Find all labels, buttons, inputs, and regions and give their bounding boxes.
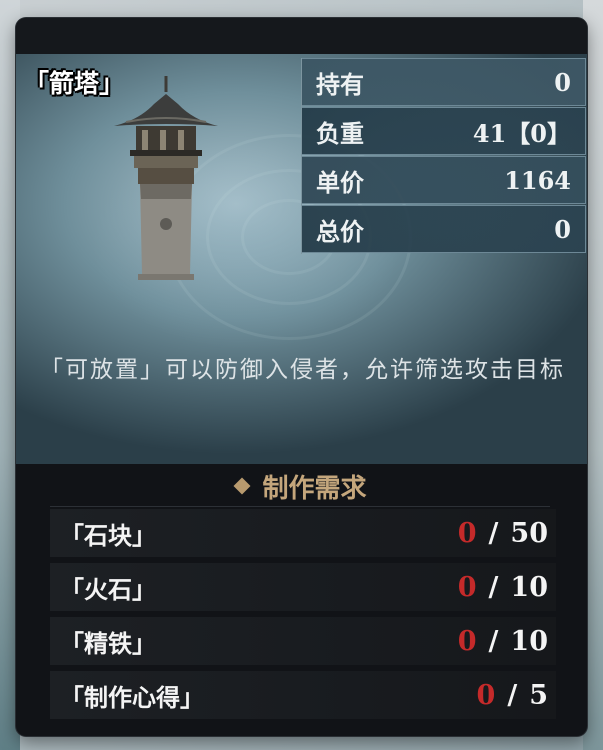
material-have: 0 [476, 679, 496, 711]
material-count: 0 / 10 [458, 572, 548, 603]
item-title: 「箭塔」 [24, 69, 125, 98]
count-separator: / [488, 517, 499, 549]
item-stats-table: 持有 0 负重 41【0】 单价 1164 总价 0 [301, 58, 586, 254]
stat-label: 持有 [316, 69, 364, 99]
material-need: 50 [510, 517, 548, 549]
panel-top-strip [16, 18, 587, 54]
stat-value: 0 [554, 67, 571, 97]
material-have: 0 [457, 625, 477, 657]
material-name: 「精铁」 [60, 628, 156, 658]
material-have: 0 [457, 571, 477, 603]
material-name: 「火石」 [60, 574, 156, 604]
count-separator: / [488, 571, 499, 603]
item-info-section: 「箭塔」 持有 0 负重 41【0】 单价 1164 总价 0 「可放置」可以防… [16, 54, 587, 464]
material-count: 0 / 10 [458, 626, 548, 657]
stat-value: 41【0】 [472, 118, 571, 148]
requirement-row: 「制作心得」 0 / 5 [50, 671, 556, 719]
divider [50, 506, 550, 507]
material-count: 0 / 5 [477, 680, 548, 711]
material-need: 5 [529, 679, 548, 711]
stat-label: 总价 [316, 216, 364, 246]
requirement-row: 「石块」 0 / 50 [50, 509, 556, 557]
stat-row-weight: 负重 41【0】 [302, 107, 586, 155]
material-count: 0 / 50 [458, 518, 548, 549]
requirements-list: 「石块」 0 / 50 「火石」 0 / 10 「精铁」 0 / 10 「制作心… [50, 509, 556, 725]
material-name: 「石块」 [60, 520, 156, 550]
material-need: 10 [510, 571, 548, 603]
crafting-requirements-title: 制作需求 [262, 473, 367, 504]
material-need: 10 [510, 625, 548, 657]
count-separator: / [507, 679, 518, 711]
stat-row-total-price: 总价 0 [302, 205, 586, 253]
stat-value: 0 [554, 214, 571, 244]
stat-label: 负重 [316, 118, 364, 148]
item-description: 「可放置」可以防御入侵者，允许筛选攻击目标 [40, 357, 565, 383]
material-have: 0 [457, 517, 477, 549]
item-tooltip-panel: 「箭塔」 持有 0 负重 41【0】 单价 1164 总价 0 「可放置」可以防… [16, 18, 587, 736]
requirement-row: 「精铁」 0 / 10 [50, 617, 556, 665]
stat-row-owned: 持有 0 [302, 58, 586, 106]
requirement-row: 「火石」 0 / 10 [50, 563, 556, 611]
arrow-tower-icon [114, 76, 218, 280]
material-name: 「制作心得」 [60, 682, 204, 712]
diamond-icon [233, 477, 251, 495]
stat-value: 1164 [504, 165, 571, 195]
stat-label: 单价 [316, 167, 364, 197]
stat-row-unit-price: 单价 1164 [302, 156, 586, 204]
crafting-requirements-header: 制作需求 [16, 464, 587, 508]
count-separator: / [488, 625, 499, 657]
